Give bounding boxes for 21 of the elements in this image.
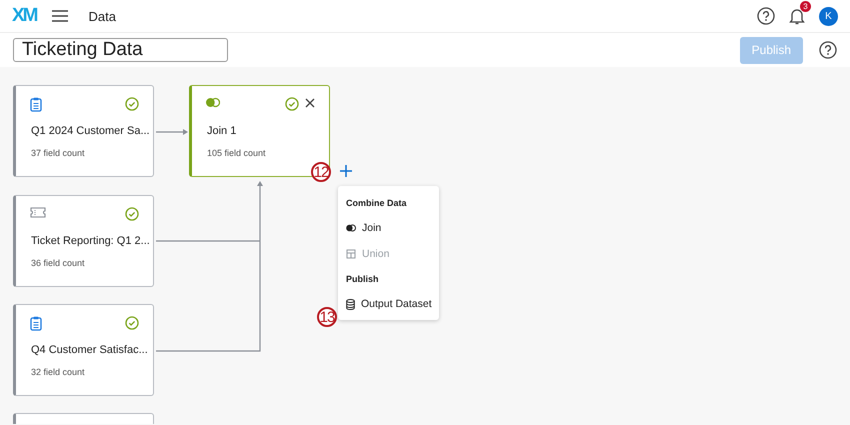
card-title: Ticket Reporting: Q1 2... — [31, 234, 150, 246]
step-callout: 13 — [317, 307, 337, 327]
notification-badge: 3 — [800, 1, 811, 12]
dataset-card[interactable]: Q1 2024 Customer Sa... 37 field count — [13, 85, 154, 177]
menu-heading: Publish — [345, 273, 380, 286]
field-count: 105 field count — [207, 148, 266, 158]
field-count: 36 field count — [31, 258, 85, 268]
card-title: Q4 Customer Satisfac... — [31, 344, 148, 356]
menu-item[interactable]: Output Dataset — [338, 292, 439, 318]
section-title: Data — [88, 8, 116, 24]
step-callout: 12 — [311, 162, 331, 182]
menu-item[interactable]: Join — [338, 216, 439, 242]
field-count: 32 field count — [31, 367, 85, 377]
menu-heading: Combine Data — [345, 197, 408, 210]
user-avatar[interactable]: K — [819, 6, 838, 26]
dataset-card[interactable]: Q4 Customer Satisfac... 32 field count — [13, 304, 154, 396]
field-count: 37 field count — [31, 148, 85, 158]
card-title: Join 1 — [207, 125, 236, 137]
dataset-card[interactable]: Ticket Reporting: Q1 2... 36 field count — [13, 194, 154, 286]
title-field[interactable]: Ticketing Data — [13, 38, 228, 62]
card-title: Q1 2024 Customer Sa... — [31, 125, 150, 137]
